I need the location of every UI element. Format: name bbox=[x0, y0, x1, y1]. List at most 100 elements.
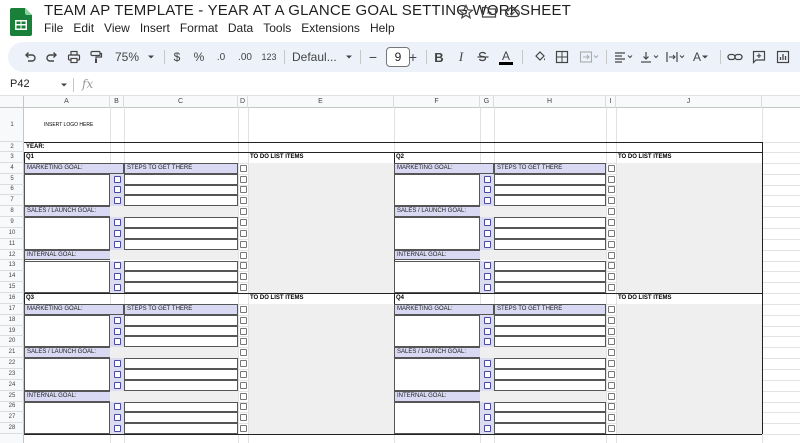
q2-todo-checkbox[interactable] bbox=[607, 164, 615, 172]
borders-icon[interactable] bbox=[554, 48, 570, 66]
q2-step-checkbox[interactable] bbox=[483, 186, 491, 194]
font-family-select[interactable]: Defaul... bbox=[292, 48, 342, 66]
zoom-caret-icon[interactable] bbox=[146, 48, 156, 66]
row-header-22[interactable]: 22 bbox=[0, 358, 24, 369]
name-box[interactable]: P42 bbox=[10, 78, 30, 90]
increase-decimal-button[interactable]: .00 bbox=[234, 48, 256, 66]
star-icon[interactable] bbox=[458, 4, 474, 20]
q2-step-checkbox[interactable] bbox=[483, 284, 491, 292]
q3-todo-checkbox[interactable] bbox=[239, 327, 247, 335]
row-header-23[interactable]: 23 bbox=[0, 369, 24, 380]
link-icon[interactable] bbox=[726, 48, 744, 66]
q3-step-checkbox[interactable] bbox=[113, 327, 121, 335]
q3-step-input[interactable] bbox=[124, 423, 238, 435]
q4-step-input[interactable] bbox=[494, 423, 606, 435]
menu-data[interactable]: Data bbox=[224, 21, 257, 37]
q3-goal-input-2[interactable] bbox=[24, 358, 110, 391]
font-caret-icon[interactable] bbox=[344, 48, 354, 66]
print-icon[interactable] bbox=[66, 48, 82, 66]
text-color-icon[interactable]: A bbox=[498, 48, 514, 66]
horizontal-align-icon[interactable] bbox=[612, 48, 634, 66]
q4-step-input[interactable] bbox=[494, 379, 606, 391]
q3-todo-area[interactable] bbox=[249, 303, 394, 435]
q3-goal-input-1[interactable] bbox=[24, 314, 110, 348]
column-header-h[interactable]: H bbox=[494, 96, 606, 108]
row-header-1[interactable]: 1 bbox=[0, 108, 24, 142]
q1-todo-checkbox[interactable] bbox=[239, 208, 247, 216]
q1-step-input[interactable] bbox=[124, 184, 238, 196]
q4-todo-checkbox[interactable] bbox=[607, 349, 615, 357]
q2-goal-input-2[interactable] bbox=[394, 217, 480, 250]
q1-step-input[interactable] bbox=[124, 217, 238, 228]
q2-goal-input-1[interactable] bbox=[394, 173, 480, 207]
row-header-14[interactable]: 14 bbox=[0, 271, 24, 283]
row-header-15[interactable]: 15 bbox=[0, 282, 24, 294]
q3-step-input[interactable] bbox=[124, 358, 238, 369]
q1-step-checkbox[interactable] bbox=[113, 229, 121, 237]
q1-step-input[interactable] bbox=[124, 271, 238, 283]
q2-todo-checkbox[interactable] bbox=[607, 240, 615, 248]
text-rotation-icon[interactable]: A bbox=[690, 48, 712, 66]
q1-step-input[interactable] bbox=[124, 227, 238, 239]
q4-goal-input-2[interactable] bbox=[394, 358, 480, 391]
q2-step-input[interactable] bbox=[494, 184, 606, 196]
row-header-8[interactable]: 8 bbox=[0, 206, 24, 218]
q2-step-input[interactable] bbox=[494, 271, 606, 283]
q3-todo-checkbox[interactable] bbox=[239, 305, 247, 313]
q1-todo-checkbox[interactable] bbox=[239, 284, 247, 292]
q2-todo-checkbox[interactable] bbox=[607, 284, 615, 292]
q4-step-input[interactable] bbox=[494, 336, 606, 348]
q1-todo-checkbox[interactable] bbox=[239, 251, 247, 259]
q2-todo-checkbox[interactable] bbox=[607, 197, 615, 205]
row-header-18[interactable]: 18 bbox=[0, 315, 24, 326]
q4-todo-checkbox[interactable] bbox=[607, 414, 615, 422]
column-header-a[interactable]: A bbox=[24, 96, 110, 108]
q2-step-input[interactable] bbox=[494, 260, 606, 272]
q4-todo-checkbox[interactable] bbox=[607, 392, 615, 400]
q1-step-checkbox[interactable] bbox=[113, 284, 121, 292]
q2-step-checkbox[interactable] bbox=[483, 240, 491, 248]
menu-help[interactable]: Help bbox=[366, 21, 399, 37]
row-header-26[interactable]: 26 bbox=[0, 402, 24, 413]
menu-file[interactable]: File bbox=[40, 21, 67, 37]
q4-todo-checkbox[interactable] bbox=[607, 316, 615, 324]
q4-step-input[interactable] bbox=[494, 401, 606, 413]
row-header-7[interactable]: 7 bbox=[0, 195, 24, 207]
q1-todo-checkbox[interactable] bbox=[239, 240, 247, 248]
q4-todo-checkbox[interactable] bbox=[607, 305, 615, 313]
column-header-i[interactable]: I bbox=[606, 96, 616, 108]
q4-todo-checkbox[interactable] bbox=[607, 370, 615, 378]
q4-step-input[interactable] bbox=[494, 369, 606, 380]
column-header-f[interactable]: F bbox=[394, 96, 480, 108]
q4-step-input[interactable] bbox=[494, 358, 606, 369]
row-header-20[interactable]: 20 bbox=[0, 336, 24, 348]
q2-step-checkbox[interactable] bbox=[483, 273, 491, 281]
column-header-b[interactable]: B bbox=[110, 96, 124, 108]
q2-step-checkbox[interactable] bbox=[483, 229, 491, 237]
q4-todo-checkbox[interactable] bbox=[607, 338, 615, 346]
merge-cells-icon[interactable] bbox=[578, 48, 600, 66]
q3-todo-checkbox[interactable] bbox=[239, 360, 247, 368]
q4-step-input[interactable] bbox=[494, 325, 606, 337]
italic-button[interactable]: I bbox=[454, 48, 468, 66]
q4-todo-checkbox[interactable] bbox=[607, 360, 615, 368]
q4-step-checkbox[interactable] bbox=[483, 425, 491, 433]
q1-step-checkbox[interactable] bbox=[113, 273, 121, 281]
name-box-caret-icon[interactable] bbox=[60, 81, 68, 89]
q2-step-checkbox[interactable] bbox=[483, 262, 491, 270]
q1-step-checkbox[interactable] bbox=[113, 175, 121, 183]
q2-step-checkbox[interactable] bbox=[483, 197, 491, 205]
q3-todo-checkbox[interactable] bbox=[239, 338, 247, 346]
q1-todo-checkbox[interactable] bbox=[239, 186, 247, 194]
row-header-16[interactable]: 16 bbox=[0, 293, 24, 304]
q1-step-checkbox[interactable] bbox=[113, 240, 121, 248]
q4-todo-checkbox[interactable] bbox=[607, 381, 615, 389]
q2-step-checkbox[interactable] bbox=[483, 219, 491, 227]
q1-todo-checkbox[interactable] bbox=[239, 219, 247, 227]
comment-icon[interactable] bbox=[750, 48, 768, 66]
q4-step-input[interactable] bbox=[494, 314, 606, 326]
menu-format[interactable]: Format bbox=[176, 21, 222, 37]
q2-step-input[interactable] bbox=[494, 195, 606, 207]
q1-todo-checkbox[interactable] bbox=[239, 197, 247, 205]
q1-todo-checkbox[interactable] bbox=[239, 262, 247, 270]
